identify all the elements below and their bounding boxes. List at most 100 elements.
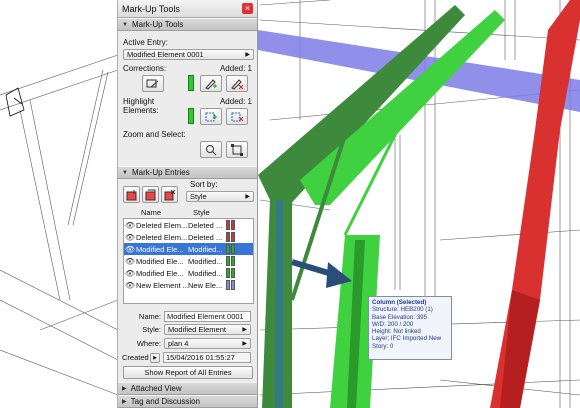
eye-icon[interactable]: 👁 — [124, 257, 136, 266]
entry-style: Deleted ... — [188, 232, 223, 242]
model-drawing — [0, 0, 580, 408]
active-entry-value: Modified Element 0001 — [127, 50, 204, 59]
list-item[interactable]: 👁 Modified Ele... Modified... — [124, 255, 253, 267]
sort-by-dropdown[interactable]: Style ▶ — [186, 191, 254, 202]
tooltip-line: W/D: 200 / 200 — [372, 320, 414, 328]
entry-name: New Element ... — [136, 280, 188, 290]
corrections-added: Added: 1 — [219, 64, 252, 73]
entry-color-swatch — [226, 220, 230, 230]
pen-plus-icon — [205, 78, 217, 90]
entry-name: Modified Ele... — [136, 244, 184, 254]
show-report-button[interactable]: Show Report of All Entries — [123, 366, 253, 379]
entry-name: Modified Ele... — [136, 268, 184, 278]
chevron-right-icon: ▶ — [242, 341, 247, 347]
section-tag-discussion[interactable]: ▶ Tag and Discussion — [118, 395, 257, 408]
delete-entry-icon — [164, 189, 175, 200]
new-entry-icon — [126, 189, 136, 200]
entries-list-header: Name Style — [123, 207, 254, 218]
select-button[interactable] — [226, 141, 248, 158]
style-dropdown[interactable]: Modified Element ▶ — [164, 324, 251, 335]
name-field-row: Name: Modified Element 0001 — [122, 311, 251, 322]
style-label: Style: — [142, 325, 161, 334]
tooltip-line: Height: Not linked — [372, 328, 421, 336]
markup-tools-palette: Mark-Up Tools × ▼ Mark-Up Tools Active E… — [117, 0, 258, 408]
eye-icon[interactable]: 👁 — [124, 233, 136, 242]
new-entry-selection-icon — [145, 189, 155, 200]
entry-color-swatch — [226, 244, 230, 254]
list-item[interactable]: 👁 New Element ... New Ele... — [124, 279, 253, 291]
column-style-header[interactable]: Style — [193, 208, 210, 217]
created-label: Created — [122, 353, 149, 362]
list-item[interactable]: 👁 Modified Ele... Modified... — [124, 243, 253, 255]
sort-by-label: Sort by: — [190, 180, 218, 189]
list-item[interactable]: 👁 Deleted Elem... Deleted ... — [124, 231, 253, 243]
magnifier-icon — [206, 144, 217, 155]
expand-triangle-icon: ▶ — [122, 399, 127, 405]
name-label: Name: — [138, 312, 161, 321]
section-attached-view[interactable]: ▶ Attached View — [118, 382, 257, 395]
close-button[interactable]: × — [242, 3, 253, 14]
section-tag-discussion-label: Tag and Discussion — [130, 397, 200, 406]
add-correction-button[interactable] — [142, 75, 164, 92]
entry-color-swatch — [231, 268, 235, 278]
active-entry-dropdown[interactable]: Modified Element 0001 ▶ — [123, 49, 254, 60]
tooltip-line: Layer: IFC Imported New — [372, 335, 442, 343]
tooltip-title: Column (Selected) — [372, 299, 427, 306]
chevron-right-icon: ▶ — [245, 194, 250, 200]
eye-icon[interactable]: 👁 — [124, 245, 136, 254]
created-field-row: Created ▶ 15/04/2016 01:55:27 — [122, 352, 251, 363]
section-markup-tools[interactable]: ▼ Mark-Up Tools — [118, 18, 257, 31]
list-item[interactable]: 👁 Modified Ele... Modified... — [124, 267, 253, 279]
eye-icon[interactable]: 👁 — [124, 281, 136, 290]
list-item[interactable]: 👁 Deleted Elem... Deleted ... — [124, 219, 253, 231]
correction-color-swatch[interactable] — [188, 75, 194, 91]
eye-icon[interactable]: 👁 — [124, 269, 136, 278]
entry-color-swatch — [231, 256, 235, 266]
correction-icon — [146, 79, 159, 87]
where-label: Where: — [136, 339, 161, 348]
entry-color-swatch — [231, 244, 235, 254]
eye-icon[interactable]: 👁 — [124, 221, 136, 230]
entry-color-swatch — [226, 268, 230, 278]
section-attached-view-label: Attached View — [130, 384, 182, 393]
highlight-label-2: Elements: — [123, 106, 159, 115]
highlight-label-1: Highlight — [123, 97, 155, 106]
new-entry-button[interactable] — [123, 186, 140, 203]
entry-style: Modified... — [188, 268, 223, 278]
entry-style: Modified... — [188, 244, 223, 254]
entry-style: New Ele... — [188, 280, 223, 290]
new-entry-selection-button[interactable] — [142, 186, 159, 203]
section-markup-entries[interactable]: ▼ Mark-Up Entries — [118, 166, 257, 179]
entry-color-swatch — [231, 280, 235, 290]
palette-titlebar[interactable]: Mark-Up Tools × — [118, 0, 257, 18]
style-value: Modified Element — [168, 325, 226, 334]
play-icon: ▶ — [153, 354, 157, 361]
tooltip-line: Story: 0 — [372, 342, 394, 350]
add-correction-pen-button[interactable] — [200, 75, 222, 92]
column-name-header[interactable]: Name — [141, 208, 193, 217]
where-dropdown[interactable]: plan 4 ▶ — [164, 338, 251, 349]
where-value: plan 4 — [168, 339, 189, 348]
add-highlight-button[interactable] — [200, 108, 222, 125]
created-goto-button[interactable]: ▶ — [150, 352, 160, 363]
entry-name: Deleted Elem... — [136, 232, 188, 242]
entry-name: Modified Ele... — [136, 256, 184, 266]
remove-correction-button[interactable] — [226, 75, 248, 92]
collapse-triangle-icon: ▼ — [122, 169, 128, 176]
name-input[interactable]: Modified Element 0001 — [164, 311, 251, 322]
3d-viewport[interactable] — [0, 0, 580, 408]
section-markup-entries-label: Mark-Up Entries — [131, 168, 190, 177]
sort-by-value: Style — [190, 192, 207, 201]
highlight-color-swatch[interactable] — [188, 108, 194, 124]
where-field-row: Where: plan 4 ▶ — [122, 338, 251, 349]
palette-title: Mark-Up Tools — [122, 3, 180, 14]
select-plus-icon — [205, 112, 217, 121]
entry-style: Deleted ... — [188, 220, 223, 230]
zoom-select-label: Zoom and Select: — [123, 130, 186, 139]
remove-highlight-button[interactable] — [226, 108, 248, 125]
entry-color-swatch — [226, 280, 230, 290]
zoom-button[interactable] — [200, 141, 222, 158]
delete-entry-button[interactable] — [161, 186, 178, 203]
tooltip-line: Structure: HEB200 (1) — [372, 306, 433, 314]
chevron-right-icon: ▶ — [242, 327, 247, 333]
